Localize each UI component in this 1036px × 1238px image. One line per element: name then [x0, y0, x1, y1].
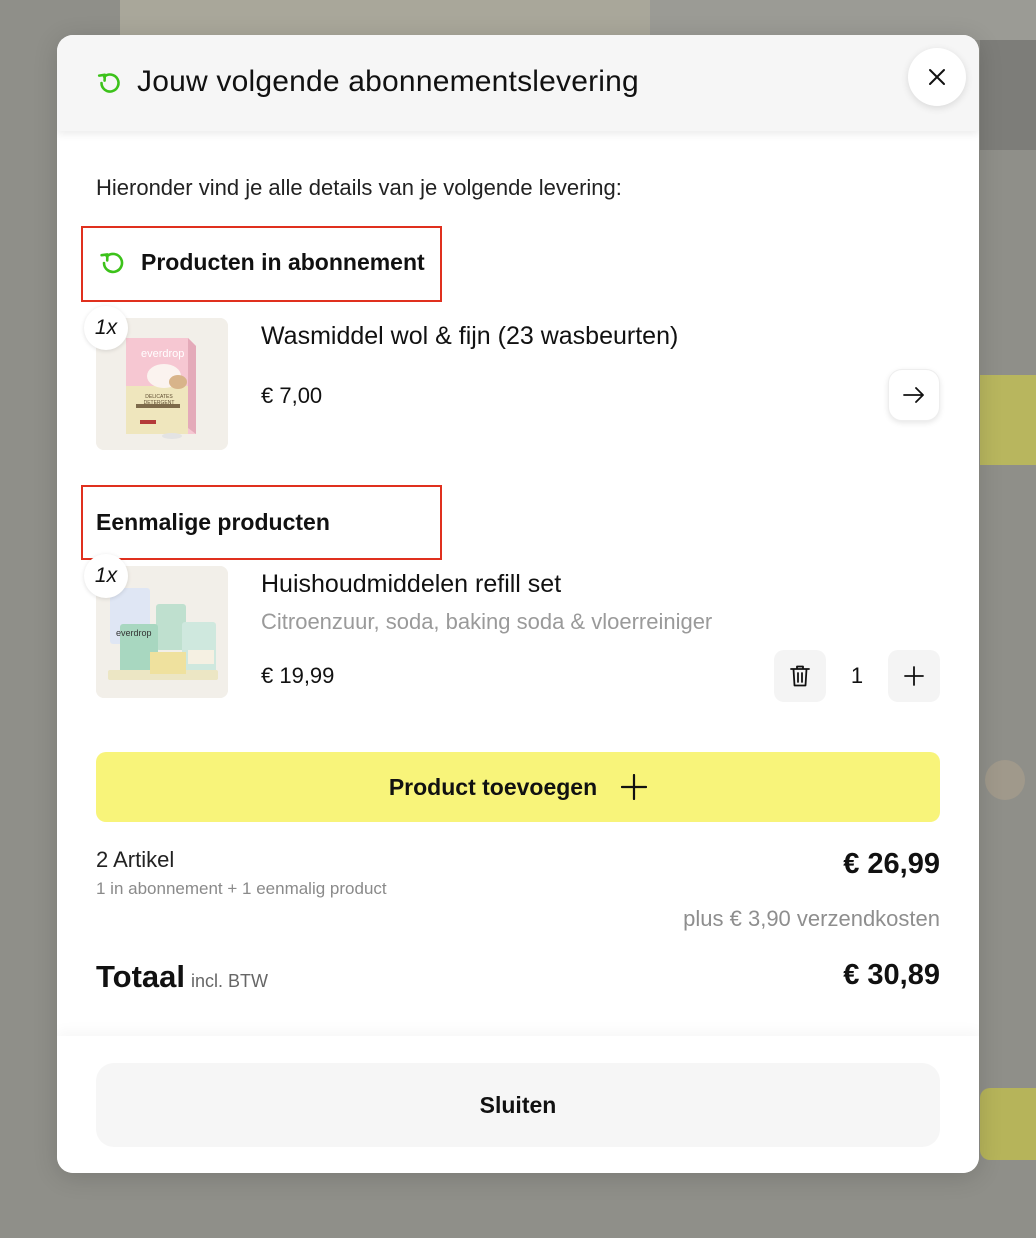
view-product-button[interactable] [888, 369, 940, 421]
subtotal: € 26,99 [843, 848, 940, 880]
backdrop-thumbnail [985, 760, 1025, 800]
item-count: 2 Artikel [96, 847, 175, 872]
product-image-brand: everdrop [116, 628, 152, 638]
product-image-brand: everdrop [141, 348, 185, 360]
increase-quantity-button[interactable] [888, 650, 940, 702]
shipping-costs: plus € 3,90 verzendkosten [683, 906, 940, 931]
product-subtitle: Citroenzuur, soda, baking soda & vloerre… [261, 609, 713, 634]
subscription-heading: Producten in abonnement [141, 249, 425, 275]
product-price: € 19,99 [261, 663, 335, 688]
backdrop-header-block [120, 0, 650, 40]
add-product-button[interactable]: Product toevoegen [96, 752, 940, 822]
delete-button[interactable] [774, 650, 826, 702]
add-product-label: Product toevoegen [388, 773, 598, 800]
close-icon [929, 69, 945, 85]
modal-title: Jouw volgende abonnementslevering [137, 65, 639, 98]
plus-icon [904, 666, 924, 686]
intro-text: Hieronder vind je alle details van je vo… [96, 175, 622, 200]
close-button[interactable] [908, 48, 966, 106]
total-label: Totaal incl. BTW [96, 959, 268, 995]
total-vat-note: incl. BTW [191, 971, 269, 991]
refresh-icon [100, 252, 124, 274]
product-price: € 7,00 [261, 383, 323, 408]
subscription-modal: Jouw volgende abonnementslevering Hieron… [57, 35, 979, 1173]
quantity-badge: 1x [84, 554, 128, 598]
modal-header: Jouw volgende abonnementslevering [57, 35, 979, 131]
arrow-right-icon [903, 387, 924, 403]
quantity-value: 1 [850, 663, 864, 688]
backdrop-header-block [650, 0, 1036, 40]
trash-icon [790, 665, 810, 687]
product-image-label: DELICATES DETERGENT [143, 394, 175, 406]
plus-icon [621, 774, 648, 800]
total-value: € 30,89 [843, 959, 940, 991]
quantity-badge: 1x [84, 306, 128, 350]
close-modal-button[interactable]: Sluiten [96, 1063, 940, 1147]
total-label-text: Totaal [96, 959, 185, 994]
backdrop-yellow-block [980, 375, 1036, 465]
product-name[interactable]: Huishoudmiddelen refill set [261, 570, 561, 599]
modal-footer: Sluiten [57, 1036, 979, 1173]
item-count-detail: 1 in abonnement + 1 eenmalig product [96, 879, 387, 898]
backdrop-image-block [980, 40, 1036, 150]
backdrop-yellow-button [980, 1088, 1036, 1160]
refresh-icon [97, 73, 120, 93]
product-name[interactable]: Wasmiddel wol & fijn (23 wasbeurten) [261, 322, 678, 351]
one-time-heading: Eenmalige producten [96, 509, 330, 535]
